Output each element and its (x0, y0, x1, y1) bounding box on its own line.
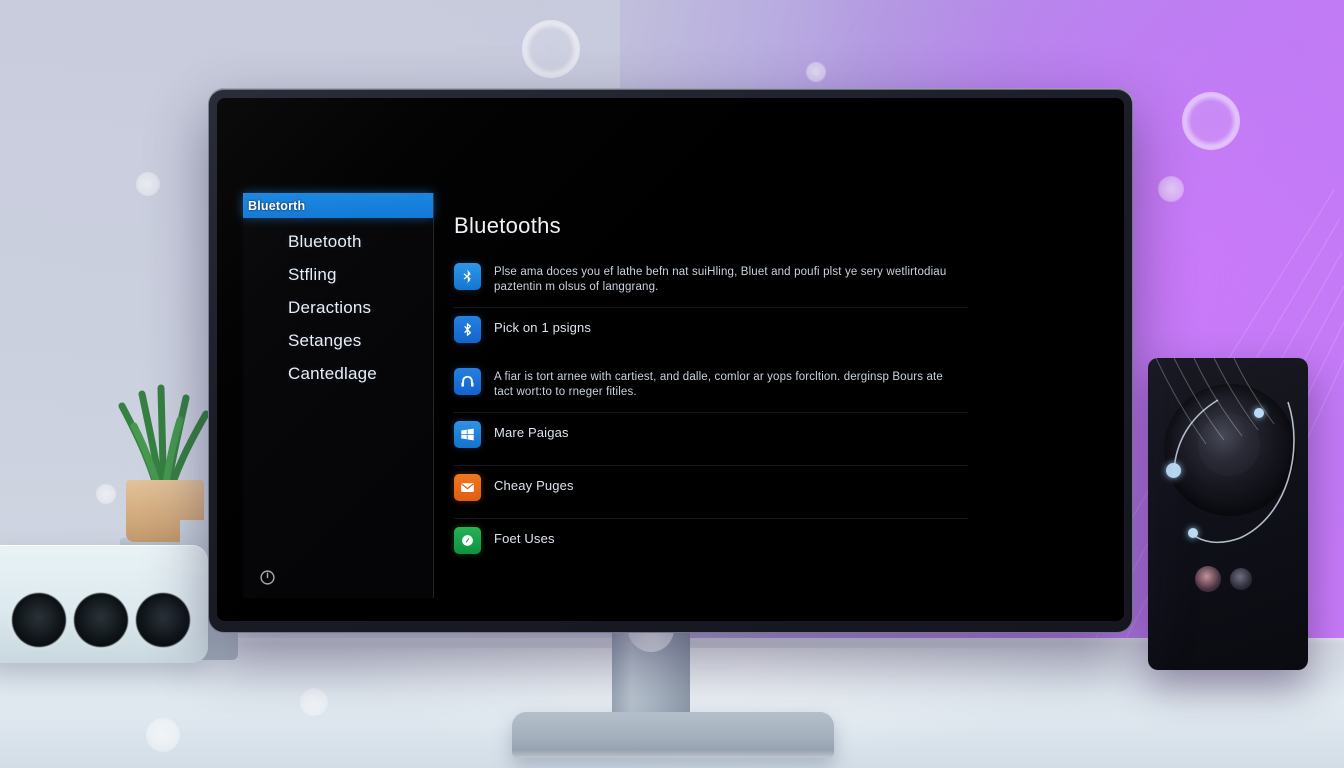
list-item-text: Mare Paigas (494, 425, 569, 440)
device-port (12, 593, 66, 647)
monitor-stand-base (512, 712, 834, 758)
speaker-arc-decor (1155, 358, 1295, 544)
edge-compass-icon (454, 527, 481, 554)
mail-icon (454, 474, 481, 501)
bluetooth-icon (454, 316, 481, 343)
device-port (74, 593, 128, 647)
speaker-knob-grey[interactable] (1230, 568, 1252, 590)
list-item-text: Cheay Puges (494, 478, 574, 493)
speaker-accent-dot (1188, 528, 1198, 538)
windows-icon (454, 421, 481, 448)
list-item[interactable]: Plse ama doces you ef lathe befn nat sui… (454, 255, 968, 308)
speaker-knob-pink[interactable] (1195, 566, 1221, 592)
list-item-text: Pick on 1 psigns (494, 320, 592, 335)
device-port (136, 593, 190, 647)
monitor: Bluetorth Bluetooth Stfling Deractions S… (208, 88, 1133, 633)
settings-content: Bluetooths Plse ama doces you ef lathe b… (434, 193, 968, 598)
sidebar-item-setanges[interactable]: Setanges (243, 324, 433, 357)
settings-window: Bluetorth Bluetooth Stfling Deractions S… (243, 193, 968, 598)
list-item-text: A fiar is tort arnee with cartiest, and … (494, 371, 943, 398)
list-item[interactable]: A fiar is tort arnee with cartiest, and … (454, 360, 968, 413)
white-audio-interface (0, 545, 208, 663)
sidebar-item-bluetooth[interactable]: Bluetooth (243, 225, 433, 258)
monitor-stand-neck (612, 628, 690, 720)
headphones-icon (454, 368, 481, 395)
bluetooth-anchor-icon (454, 263, 481, 290)
list-item[interactable]: Pick on 1 psigns (454, 308, 968, 360)
desk-speaker (1148, 358, 1308, 670)
list-item[interactable]: Cheay Puges (454, 466, 968, 519)
list-item[interactable]: Mare Paigas (454, 413, 968, 466)
power-icon[interactable] (259, 569, 276, 586)
page-title: Bluetooths (454, 213, 561, 238)
settings-sidebar: Bluetorth Bluetooth Stfling Deractions S… (243, 193, 434, 598)
sidebar-item-selected[interactable]: Bluetorth (243, 193, 433, 218)
speaker-accent-dot (1166, 463, 1181, 478)
sidebar-item-stfling[interactable]: Stfling (243, 258, 433, 291)
monitor-screen: Bluetorth Bluetooth Stfling Deractions S… (217, 98, 1124, 621)
sidebar-item-cantedlage[interactable]: Cantedlage (243, 357, 433, 390)
list-item[interactable]: Foet Uses (454, 519, 968, 571)
list-item-text: Plse ama doces you ef lathe befn nat sui… (494, 266, 947, 293)
sidebar-item-deractions[interactable]: Deractions (243, 291, 433, 324)
list-item-text: Foet Uses (494, 531, 555, 546)
desk-scene: Bluetorth Bluetooth Stfling Deractions S… (0, 0, 1344, 768)
speaker-accent-dot (1254, 408, 1264, 418)
